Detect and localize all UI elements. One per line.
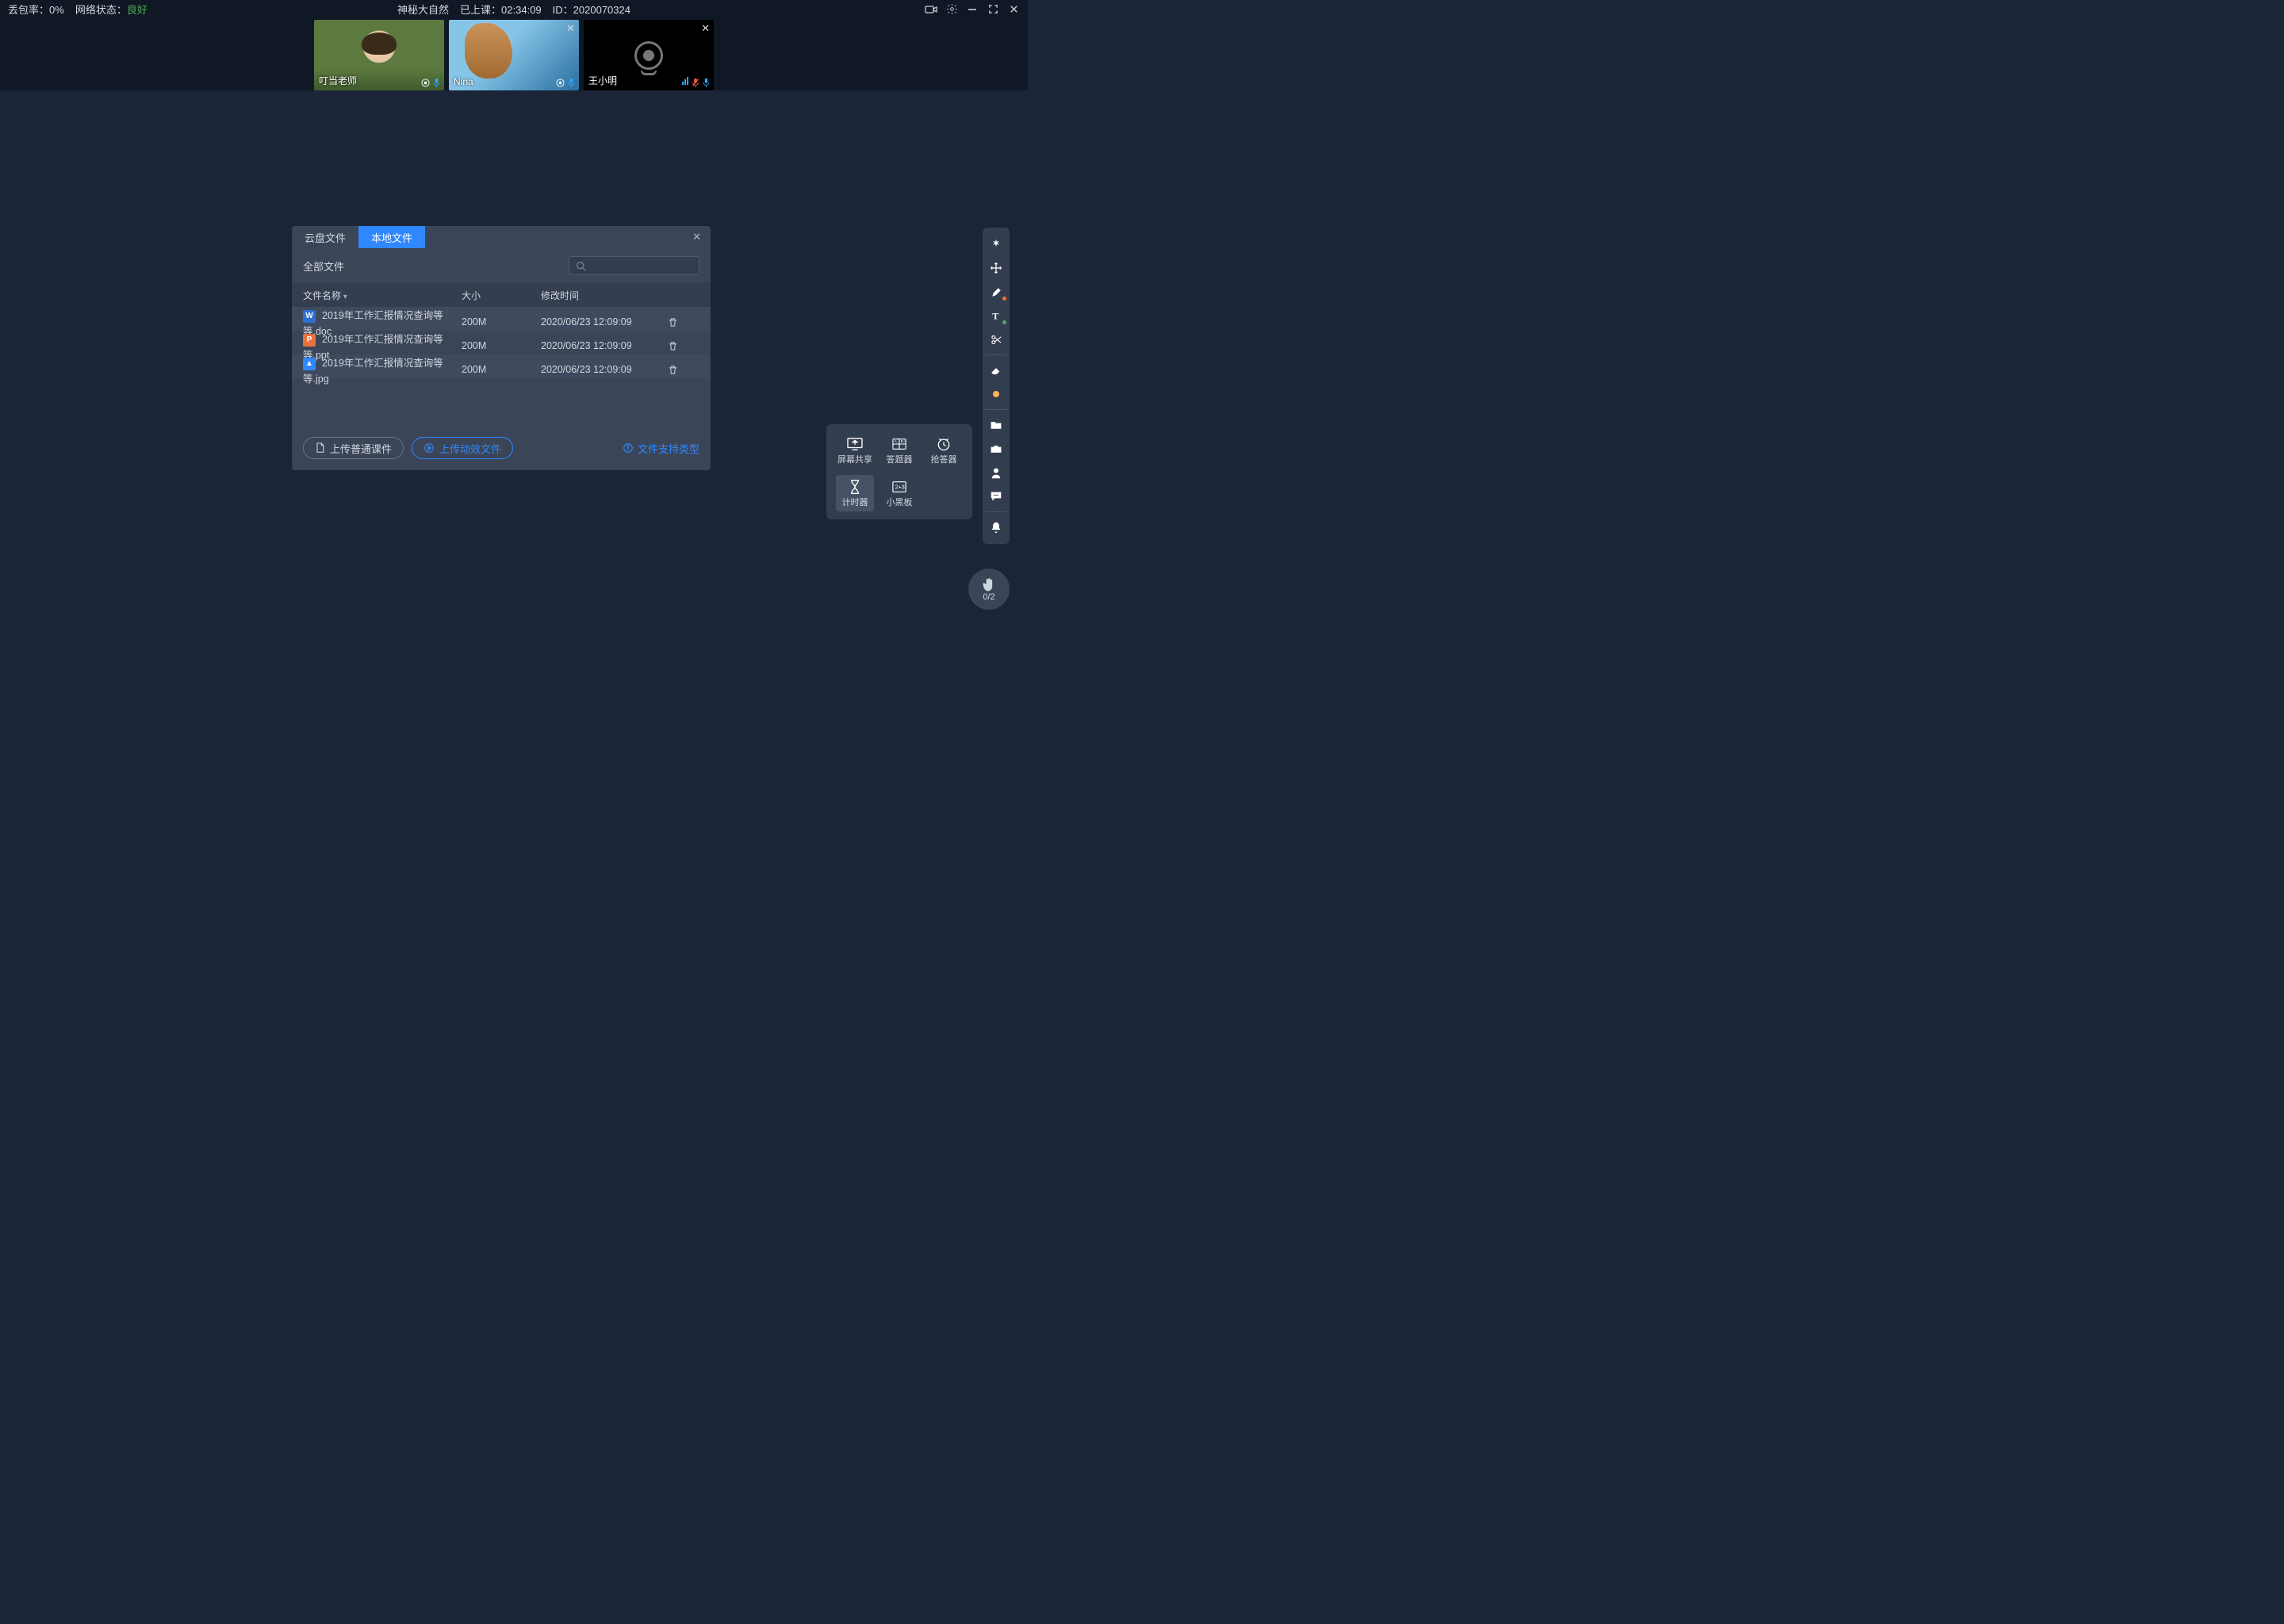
delete-icon[interactable] (668, 317, 699, 327)
answer-icon: A B✓ (891, 435, 908, 453)
board-icon: 2+3 (891, 478, 908, 496)
search-input[interactable] (569, 256, 699, 275)
file-table-body: W2019年工作汇报情况查询等等.doc 200M 2020/06/23 12:… (292, 307, 711, 378)
folder-icon[interactable] (984, 413, 1008, 437)
participant-name: Nina (454, 76, 473, 87)
tool-screen-share[interactable]: 屏幕共享 (836, 432, 874, 469)
fullscreen-icon[interactable] (987, 3, 999, 16)
search-icon (576, 261, 586, 271)
webcam-icon (634, 41, 663, 70)
mic-on-icon (568, 78, 575, 87)
hourglass-icon (848, 478, 862, 496)
room-title: 神秘大自然 (397, 2, 449, 17)
file-icon (315, 442, 325, 454)
participant-tile[interactable]: 叮当老师 (314, 20, 444, 90)
tab-cloud-files[interactable]: 云盘文件 (292, 226, 358, 248)
svg-text:A: A (895, 439, 897, 443)
tool-answer-machine[interactable]: AB✓ 答题器 (880, 432, 918, 469)
camera-on-icon (556, 79, 565, 87)
pointer-tool-icon[interactable] (984, 232, 1008, 256)
play-icon (423, 442, 435, 454)
close-icon[interactable] (1007, 3, 1020, 16)
file-dialog-tabs: 云盘文件 本地文件 ✕ (292, 226, 711, 248)
move-tool-icon[interactable] (984, 256, 1008, 280)
delete-icon[interactable] (668, 341, 699, 351)
column-name[interactable]: 文件名称 (303, 289, 462, 302)
svg-text:T: T (992, 310, 998, 321)
hand-icon (982, 576, 996, 592)
gear-icon[interactable] (945, 3, 958, 16)
toolbox-icon[interactable] (984, 437, 1008, 461)
participant-name: 叮当老师 (319, 74, 357, 87)
table-row[interactable]: ▲2019年工作汇报情况查询等等.jpg 200M 2020/06/23 12:… (292, 354, 711, 378)
tool-responder[interactable]: 抢答器 (925, 432, 963, 469)
pen-tool-icon[interactable] (984, 280, 1008, 304)
ppt-icon: P (303, 334, 316, 347)
breadcrumb[interactable]: 全部文件 (303, 259, 344, 274)
camera-toggle-icon[interactable] (925, 3, 937, 16)
packet-loss: 丢包率：0% (8, 2, 64, 17)
chat-icon[interactable] (984, 485, 1008, 508)
info-icon (623, 442, 634, 454)
upload-normal-button[interactable]: 上传普通课件 (303, 437, 404, 459)
delete-icon[interactable] (668, 365, 699, 375)
signal-bars-icon (681, 77, 688, 87)
tool-timer[interactable]: 计时器 (836, 475, 874, 511)
table-row[interactable]: W2019年工作汇报情况查询等等.doc 200M 2020/06/23 12:… (292, 307, 711, 331)
color-dot-icon[interactable] (984, 382, 1008, 406)
room-id: ID：2020070324 (553, 2, 630, 17)
mic-muted-icon (692, 78, 699, 87)
close-icon[interactable]: ✕ (692, 226, 701, 248)
upload-dynamic-button[interactable]: 上传动效文件 (412, 437, 513, 459)
table-row[interactable]: P2019年工作汇报情况查询等等.ppt 200M 2020/06/23 12:… (292, 331, 711, 354)
doc-icon: W (303, 310, 316, 323)
close-icon[interactable]: ✕ (701, 22, 710, 35)
raise-hand-badge[interactable]: 0/2 (968, 569, 1010, 610)
close-icon[interactable]: ✕ (566, 22, 575, 35)
svg-text:B✓: B✓ (901, 439, 906, 443)
user-icon[interactable] (984, 461, 1008, 485)
svg-text:2+3: 2+3 (895, 484, 905, 491)
share-screen-icon (846, 435, 864, 453)
column-size[interactable]: 大小 (462, 289, 541, 302)
participant-tile[interactable]: ✕ Nina (449, 20, 579, 90)
right-toolbar: T (983, 228, 1010, 544)
column-mtime[interactable]: 修改时间 (541, 289, 668, 302)
tools-popover: 屏幕共享 AB✓ 答题器 抢答器 计时器 2+3 小黑板 (826, 424, 972, 519)
participant-tile[interactable]: ✕ 王小明 (584, 20, 714, 90)
elapsed: 已上课：02:34:09 (460, 2, 542, 17)
scissors-tool-icon[interactable] (984, 327, 1008, 351)
raise-hand-count: 0/2 (983, 592, 994, 602)
text-tool-icon[interactable]: T (984, 304, 1008, 327)
network-status: 网络状态：良好 (75, 2, 148, 17)
tool-mini-board[interactable]: 2+3 小黑板 (880, 475, 918, 511)
tab-local-files[interactable]: 本地文件 (358, 226, 425, 248)
camera-on-icon (421, 79, 430, 87)
bell-icon[interactable] (984, 515, 1008, 539)
minimize-icon[interactable] (966, 3, 979, 16)
file-table-header: 文件名称 大小 修改时间 (292, 283, 711, 307)
status-bar: 丢包率：0% 网络状态：良好 神秘大自然 已上课：02:34:09 ID：202… (0, 0, 1028, 18)
image-icon: ▲ (303, 358, 316, 370)
participant-name: 王小明 (588, 74, 617, 87)
file-dialog: 云盘文件 本地文件 ✕ 全部文件 文件名称 大小 修改时间 W2019年工作汇报… (292, 226, 711, 470)
file-help-link[interactable]: 文件支持类型 (623, 441, 699, 456)
video-participants-strip: 叮当老师 ✕ Nina ✕ 王小明 (0, 18, 1028, 90)
eraser-tool-icon[interactable] (984, 358, 1008, 382)
mic-on-icon (703, 78, 710, 87)
mic-on-icon (433, 78, 440, 87)
alarm-icon (936, 435, 952, 453)
